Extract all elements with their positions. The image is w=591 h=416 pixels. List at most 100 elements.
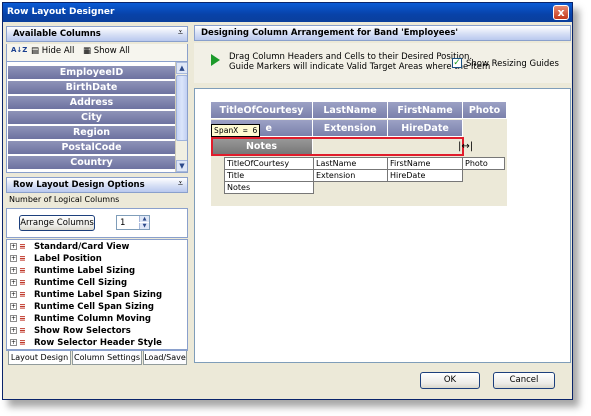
band-layout-grid: TitleOfCourtesy LastName FirstName Photo…	[211, 102, 507, 206]
tree-item[interactable]: + ≡ Runtime Label Span Sizing	[10, 290, 162, 302]
logical-columns-stepper[interactable]: 1 ▲ ▼	[116, 215, 150, 230]
show-all-icon: ▦	[83, 46, 94, 56]
tree-item-label: Standard/Card View	[34, 242, 130, 252]
arrange-columns-button[interactable]: Arrange Columns	[19, 215, 95, 231]
cancel-button[interactable]: Cancel	[493, 372, 555, 389]
available-columns-scrollbar[interactable]: ▲ ▼	[175, 62, 187, 172]
spin-down-icon[interactable]: ▼	[139, 223, 149, 229]
scroll-thumb[interactable]	[176, 75, 187, 141]
property-icon: ≡	[19, 290, 26, 299]
hide-all-label: Hide All	[41, 46, 75, 56]
field-item[interactable]: Address	[8, 96, 175, 110]
property-icon: ≡	[19, 254, 26, 263]
row-layout-designer-window: Row Layout Designer x Available Columns …	[2, 2, 573, 400]
expand-icon[interactable]: +	[10, 303, 17, 310]
span-guide-marker	[211, 137, 464, 156]
ok-button[interactable]: OK	[420, 372, 480, 389]
show-all-button[interactable]: ▦ Show All	[83, 46, 130, 56]
panel-splitter[interactable]	[189, 25, 193, 373]
tree-item[interactable]: + ≡ Runtime Cell Sizing	[10, 278, 127, 290]
scroll-down-icon[interactable]: ▼	[176, 160, 187, 172]
designer-header: Designing Column Arrangement for Band 'E…	[194, 25, 571, 41]
hide-all-icon: ▤	[31, 46, 42, 56]
layout-cell[interactable]: Notes	[224, 181, 314, 194]
property-icon: ≡	[19, 338, 26, 347]
column-header[interactable]: Photo	[463, 102, 507, 119]
resize-cursor-icon: |↔|	[458, 141, 474, 152]
show-resizing-guides-label: Show Resizing Guides	[466, 59, 559, 69]
layout-cell[interactable]: HireDate	[387, 169, 463, 182]
layout-cell[interactable]: Photo	[462, 157, 505, 170]
designer-title: Designing Column Arrangement for Band 'E…	[201, 28, 458, 38]
tree-item[interactable]: + ≡ Row Selector Header Style	[10, 338, 162, 349]
sort-icon[interactable]: A↓Z	[11, 46, 27, 54]
expand-icon[interactable]: +	[10, 291, 17, 298]
column-header[interactable]: Extension	[313, 120, 388, 137]
tree-item-label: Show Row Selectors	[34, 326, 131, 336]
scroll-up-icon[interactable]: ▲	[176, 62, 187, 74]
expand-icon[interactable]: +	[10, 315, 17, 322]
play-icon	[211, 54, 220, 66]
column-header[interactable]: FirstName	[388, 102, 463, 119]
expand-icon[interactable]: +	[10, 327, 17, 334]
layout-design-surface: TitleOfCourtesy LastName FirstName Photo…	[194, 88, 571, 363]
tree-item-label: Runtime Label Span Sizing	[34, 290, 163, 300]
expand-icon[interactable]: +	[10, 243, 17, 250]
tree-item[interactable]: + ≡ Label Position	[10, 254, 102, 266]
close-icon[interactable]: x	[553, 5, 569, 20]
spanx-tooltip: SpanX = 6	[211, 124, 261, 137]
logical-columns-label: Number of Logical Columns	[6, 193, 188, 208]
available-columns-list: EmployeeID BirthDate Address City Region…	[6, 61, 188, 173]
designer-hint: Drag Column Headers and Cells to their D…	[194, 43, 571, 83]
tree-item-label: Runtime Column Moving	[34, 314, 152, 324]
property-icon: ≡	[19, 302, 26, 311]
expand-icon[interactable]: +	[10, 255, 17, 262]
field-item[interactable]: BirthDate	[8, 81, 175, 95]
tree-item[interactable]: + ≡ Runtime Column Moving	[10, 314, 151, 326]
spin-up-icon[interactable]: ▲	[139, 216, 149, 222]
logical-columns-panel: Arrange Columns 1 ▲ ▼	[6, 208, 188, 238]
property-icon: ≡	[19, 266, 26, 275]
property-icon: ≡	[19, 326, 26, 335]
layout-cell[interactable]: Extension	[313, 169, 388, 182]
pin-icon[interactable]: ⩡	[178, 28, 183, 38]
field-item[interactable]: EmployeeID	[8, 66, 175, 80]
tree-item-label: Runtime Cell Sizing	[34, 278, 128, 288]
tree-item-label: Label Position	[34, 254, 102, 264]
design-options-header: Row Layout Design Options ⩡	[6, 177, 188, 193]
column-header[interactable]: TitleOfCourtesy	[211, 102, 313, 119]
design-options-title: Row Layout Design Options	[13, 180, 145, 190]
show-all-label: Show All	[93, 46, 130, 56]
logical-columns-value: 1	[120, 218, 126, 228]
hint-line-1: Drag Column Headers and Cells to their D…	[229, 52, 473, 62]
tree-item-label: Runtime Cell Span Sizing	[34, 302, 154, 312]
field-item[interactable]: City	[8, 111, 175, 125]
tab-column-settings[interactable]: Column Settings	[72, 351, 142, 365]
tree-item-label: Row Selector Header Style	[34, 338, 162, 348]
tree-item[interactable]: + ≡ Runtime Cell Span Sizing	[10, 302, 154, 314]
column-header[interactable]: HireDate	[388, 120, 463, 137]
tree-item[interactable]: + ≡ Standard/Card View	[10, 242, 129, 254]
tree-item[interactable]: + ≡ Runtime Label Sizing	[10, 266, 135, 278]
available-columns-title: Available Columns	[13, 29, 101, 39]
field-item[interactable]: PostalCode	[8, 141, 175, 155]
field-item[interactable]: Region	[8, 126, 175, 140]
tab-load-save[interactable]: Load/Save	[143, 351, 187, 365]
expand-icon[interactable]: +	[10, 279, 17, 286]
left-panel-tabs: Layout Design Column Settings Load/Save	[6, 350, 188, 366]
tab-layout-design[interactable]: Layout Design	[8, 351, 71, 365]
property-icon: ≡	[19, 278, 26, 287]
pin-icon[interactable]: ⩡	[178, 179, 183, 189]
available-columns-header: Available Columns ⩡	[6, 26, 188, 42]
show-resizing-guides-checkbox[interactable]: ✓	[452, 58, 462, 68]
expand-icon[interactable]: +	[10, 339, 17, 346]
property-icon: ≡	[19, 314, 26, 323]
hide-all-button[interactable]: ▤ Hide All	[31, 46, 74, 56]
expand-icon[interactable]: +	[10, 267, 17, 274]
column-header[interactable]: LastName	[313, 102, 388, 119]
property-icon: ≡	[19, 242, 26, 251]
tree-item[interactable]: + ≡ Show Row Selectors	[10, 326, 131, 338]
tree-item-label: Runtime Label Sizing	[34, 266, 136, 276]
available-columns-toolbar: A↓Z ▤ Hide All ▦ Show All	[6, 44, 188, 61]
field-item[interactable]: Country	[8, 156, 175, 170]
